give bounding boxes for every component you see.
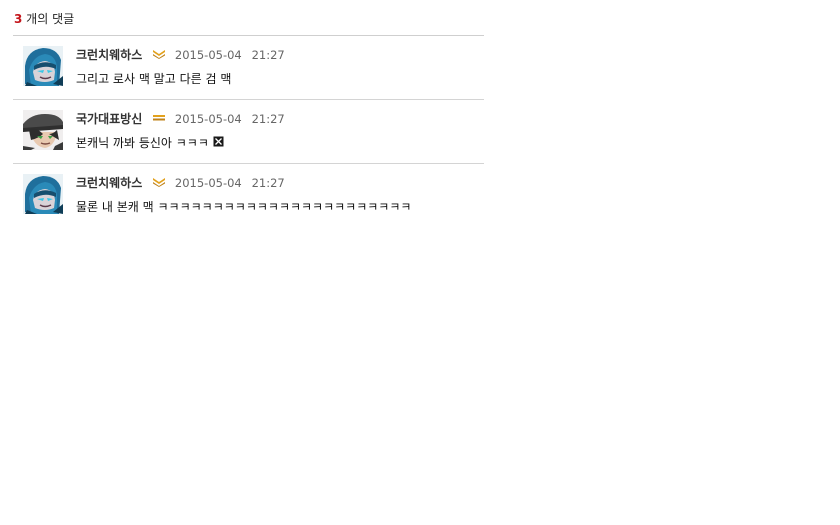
chevron-rank-icon: [152, 47, 166, 63]
comment-date: 2015-05-04: [174, 48, 242, 62]
comment-text-row: 본캐닉 까봐 등신아 ㅋㅋㅋ: [76, 135, 224, 152]
comment-meta: 크런치웨하스 2015-05-04 21:27: [76, 47, 285, 63]
comment-date: 2015-05-04: [174, 176, 242, 190]
user-avatar[interactable]: [23, 174, 63, 214]
x-box-emoticon-icon: [213, 135, 224, 151]
comment-time: 21:27: [251, 48, 285, 62]
hatted-character-avatar-icon: [23, 110, 63, 150]
bars-rank-icon: [152, 111, 166, 127]
comment-author[interactable]: 크런치웨하스: [76, 176, 142, 190]
comment-text: 본캐닉 까봐 등신아 ㅋㅋㅋ: [76, 136, 209, 150]
comment-time: 21:27: [251, 176, 285, 190]
comment-count-label: 개의 댓글: [22, 12, 75, 26]
chevron-rank-icon: [152, 175, 166, 191]
comment-author[interactable]: 크런치웨하스: [76, 48, 142, 62]
comment-item: 크런치웨하스 2015-05-04 21:27 물론 내 본캐 맥 ㅋㅋㅋㅋㅋㅋ…: [13, 164, 484, 228]
comment-date: 2015-05-04: [174, 112, 242, 126]
user-avatar[interactable]: [23, 110, 63, 150]
hooded-character-avatar-icon: [23, 46, 63, 86]
comment-section: 3 개의 댓글 크런치웨하스 2015-05-04 21:27 그리고 로사 맥…: [13, 0, 484, 228]
comment-meta: 크런치웨하스 2015-05-04 21:27: [76, 175, 285, 191]
comment-author[interactable]: 국가대표방신: [76, 112, 142, 126]
comment-text: 그리고 로사 맥 말고 다른 검 맥: [76, 72, 232, 86]
comment-time: 21:27: [251, 112, 285, 126]
comment-item: 크런치웨하스 2015-05-04 21:27 그리고 로사 맥 말고 다른 검…: [13, 36, 484, 100]
hooded-character-avatar-icon: [23, 174, 63, 214]
comment-count-header: 3 개의 댓글: [13, 0, 484, 36]
user-avatar[interactable]: [23, 46, 63, 86]
comment-item: 국가대표방신 2015-05-04 21:27 본캐닉 까봐 등신아 ㅋㅋㅋ: [13, 100, 484, 164]
comment-meta: 국가대표방신 2015-05-04 21:27: [76, 111, 285, 127]
comment-text: 물론 내 본캐 맥 ㅋㅋㅋㅋㅋㅋㅋㅋㅋㅋㅋㅋㅋㅋㅋㅋㅋㅋㅋㅋㅋㅋㅋ: [76, 200, 412, 214]
